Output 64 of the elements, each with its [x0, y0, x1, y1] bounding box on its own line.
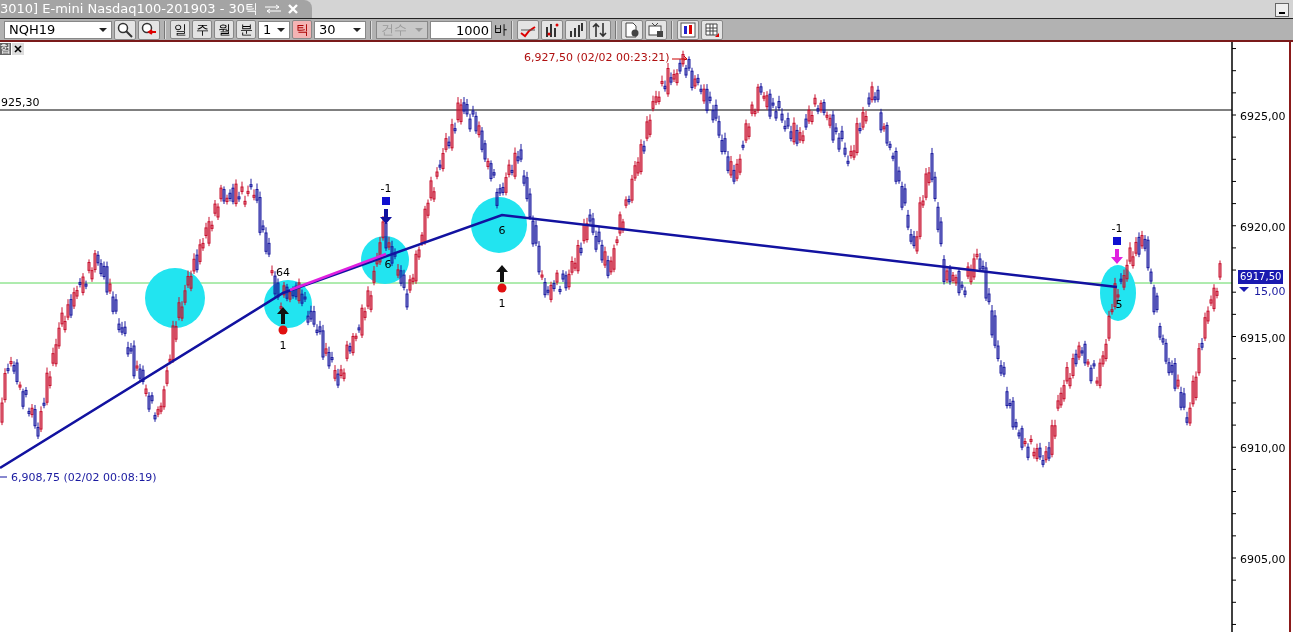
price-line-label: 925,30 — [1, 96, 40, 109]
change-label: 15,00 — [1254, 285, 1286, 298]
signal-label: 64 — [276, 266, 290, 279]
signal-label: 6 — [498, 224, 506, 237]
toolbar-button[interactable] — [541, 19, 563, 40]
up-down-arrows-icon — [592, 21, 608, 38]
bar-chart-icon — [568, 21, 584, 38]
high-price-label: 6,927,50 (02/02 00:23:21) — [524, 51, 670, 64]
signal-label: 5 — [1115, 298, 1123, 311]
signal-square-icon — [382, 197, 390, 205]
buy-arrow-icon — [496, 265, 508, 282]
grid-icon — [704, 21, 720, 38]
axis-label: 6920,00 — [1240, 220, 1286, 234]
highlight-circle — [145, 268, 205, 328]
toolbar-button[interactable] — [138, 19, 160, 40]
period-button[interactable]: 일 — [170, 20, 190, 39]
highlight-circle — [264, 280, 312, 328]
tv-icon — [648, 21, 664, 38]
down-triangle-icon — [1239, 287, 1249, 292]
axis-label: 6915,00 — [1240, 331, 1286, 345]
search-icon — [117, 21, 133, 38]
last-price-badge: 6917,50 — [1238, 270, 1284, 284]
signal-dot-icon — [497, 283, 507, 293]
panel-tag: 험 — [0, 43, 11, 55]
arrow-icon — [671, 55, 688, 61]
dropdown[interactable]: 30 — [314, 20, 366, 39]
candlestick-icon — [680, 21, 696, 38]
buy-arrow-icon — [277, 307, 289, 324]
dotted-bars-icon — [544, 21, 560, 38]
period-button[interactable]: 월 — [214, 20, 234, 39]
highlight-circle — [1100, 265, 1136, 321]
unit-label: 바 — [494, 20, 507, 39]
axis-label: 6925,00 — [1240, 110, 1286, 123]
toolbar-button[interactable] — [565, 19, 587, 40]
toolbar-button[interactable] — [589, 19, 611, 40]
close-icon[interactable] — [12, 43, 24, 55]
signal-square-icon — [1113, 237, 1121, 245]
toolbar-button[interactable] — [621, 19, 643, 40]
signal-label: 1 — [279, 339, 287, 352]
sell-arrow-icon — [1111, 249, 1123, 264]
signal-label: -1 — [380, 182, 392, 195]
highlight-circle — [361, 236, 409, 284]
axis-label: 6905,00 — [1240, 553, 1286, 566]
period-button[interactable]: 분 — [236, 20, 256, 39]
toolbar-button[interactable] — [645, 19, 667, 40]
signal-label: 6 — [384, 258, 392, 271]
window-title: 3010] E-mini Nasdaq100-201903 - 30틱 — [0, 0, 258, 18]
period-button[interactable]: 주 — [192, 20, 212, 39]
dropdown[interactable]: 1 — [258, 20, 290, 39]
signal-label: 1 — [498, 297, 506, 310]
dropdown[interactable]: NQH19 — [4, 20, 112, 39]
period-button[interactable]: 틱 — [292, 20, 312, 39]
search-button[interactable] — [114, 19, 136, 40]
signal-dot-icon — [278, 325, 288, 335]
toolbar-button[interactable] — [677, 19, 699, 40]
sell-arrow-icon — [380, 209, 392, 224]
signal-label: -1 — [1111, 222, 1123, 235]
document-icon — [624, 21, 640, 38]
count-field[interactable]: 1000 — [430, 20, 492, 39]
minimize-button[interactable] — [1275, 3, 1289, 17]
axis-label: 6910,00 — [1240, 442, 1286, 456]
low-price-label: 6,908,75 (02/02 00:08:19) — [11, 471, 157, 484]
highlight-circle — [471, 197, 527, 253]
magnifier-arrow-icon — [141, 21, 157, 38]
